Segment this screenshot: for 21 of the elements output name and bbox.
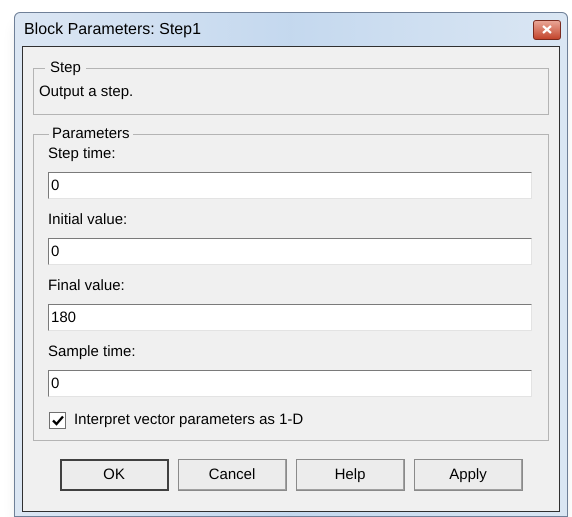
dialog-button[interactable]: Apply	[414, 459, 522, 491]
block-description: Output a step.	[39, 82, 134, 102]
close-button[interactable]	[533, 20, 561, 40]
group-title: Parameters	[51, 125, 131, 143]
dialog-button[interactable]: Cancel	[178, 459, 286, 491]
checkbox[interactable]	[49, 412, 66, 429]
input-field[interactable]: 0	[48, 370, 532, 397]
input-field[interactable]: 0	[48, 238, 532, 265]
group-title: Step	[49, 59, 82, 77]
window-title: Block Parameters: Step1	[23, 20, 201, 40]
field-label: Initial value:	[48, 211, 128, 229]
checkmark-icon	[52, 414, 64, 426]
input-field[interactable]: 0	[48, 172, 532, 199]
input-field[interactable]: 180	[48, 304, 532, 331]
close-icon	[542, 25, 552, 34]
ok-button[interactable]: OK	[60, 459, 168, 491]
field-label: Final value:	[48, 277, 126, 295]
field-label: Step time:	[48, 145, 117, 163]
field-label: Sample time:	[48, 343, 137, 361]
dialog-button[interactable]: Help	[296, 459, 404, 491]
checkbox-label: Interpret vector parameters as 1-D	[74, 410, 304, 430]
